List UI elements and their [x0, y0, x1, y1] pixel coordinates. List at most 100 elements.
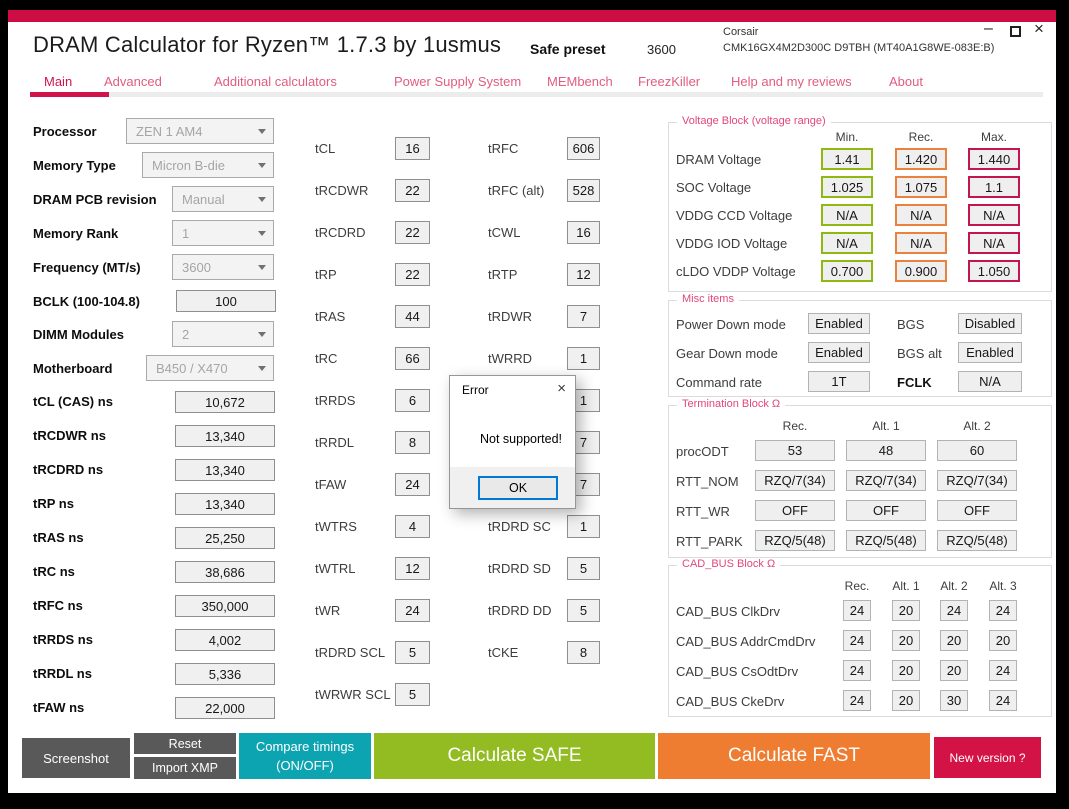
cad-bus-value: 30: [940, 690, 968, 711]
frequency-label: Frequency (MT/s): [33, 260, 141, 275]
tab-help[interactable]: Help and my reviews: [731, 74, 852, 89]
import-xmp-button[interactable]: Import XMP: [134, 757, 236, 779]
trp-ns-label: tRP ns: [33, 496, 74, 511]
close-icon[interactable]: ×: [1034, 20, 1044, 37]
timing-input[interactable]: 1: [567, 347, 600, 370]
tab-power-supply-system[interactable]: Power Supply System: [394, 74, 521, 89]
timing-input[interactable]: 12: [567, 263, 600, 286]
timing-input[interactable]: 24: [395, 599, 430, 622]
ok-button[interactable]: OK: [478, 476, 558, 500]
misc-value: Enabled: [808, 342, 870, 363]
trrds-ns-input[interactable]: 4,002: [175, 629, 275, 651]
tab-about[interactable]: About: [889, 74, 923, 89]
dialog-close-icon[interactable]: ×: [557, 380, 566, 397]
timing-input[interactable]: 6: [395, 389, 430, 412]
termination-header: Rec.: [782, 419, 808, 433]
voltage-rec-header: Rec.: [908, 130, 934, 144]
timing-label: tWTRL: [315, 561, 356, 576]
timing-input[interactable]: 5: [567, 557, 600, 580]
tras-ns-input[interactable]: 25,250: [175, 527, 275, 549]
error-dialog-title: Error: [462, 383, 489, 397]
timing-input[interactable]: 16: [567, 221, 600, 244]
timing-input[interactable]: 1: [567, 515, 600, 538]
tcl-ns-input[interactable]: 10,672: [175, 391, 275, 413]
timing-input[interactable]: 22: [395, 263, 430, 286]
trcdwr-ns-input[interactable]: 13,340: [175, 425, 275, 447]
motherboard-select[interactable]: B450 / X470: [146, 355, 274, 381]
voltage-max-value: N/A: [968, 232, 1020, 254]
cad-bus-value: 24: [843, 660, 871, 681]
frequency-select[interactable]: 3600: [172, 254, 274, 280]
trcdrd-ns-input[interactable]: 13,340: [175, 459, 275, 481]
timing-input[interactable]: 606: [567, 137, 600, 160]
timing-input[interactable]: 44: [395, 305, 430, 328]
voltage-min-header: Min.: [835, 130, 859, 144]
trfc-ns-input[interactable]: 350,000: [175, 595, 275, 617]
page-title: DRAM Calculator for Ryzen™ 1.7.3 by 1usm…: [33, 32, 502, 57]
voltage-rec-value: N/A: [895, 204, 947, 226]
minimize-icon[interactable]: –: [984, 21, 993, 37]
tras-ns-label: tRAS ns: [33, 530, 84, 545]
timing-input[interactable]: 5: [395, 683, 430, 706]
termination-row-label: procODT: [676, 444, 729, 459]
timing-input[interactable]: 8: [395, 431, 430, 454]
timing-input[interactable]: 66: [395, 347, 430, 370]
tab-main[interactable]: Main: [44, 74, 72, 89]
voltage-row-label: DRAM Voltage: [676, 152, 762, 167]
processor-select[interactable]: ZEN 1 AM4: [126, 118, 274, 144]
tab-additional-calculators[interactable]: Additional calculators: [214, 74, 337, 89]
preset-value: 3600: [647, 42, 676, 57]
timing-input[interactable]: 16: [395, 137, 430, 160]
voltage-block-title: Voltage Block (voltage range): [677, 115, 831, 127]
timing-input[interactable]: 22: [395, 179, 430, 202]
timing-input[interactable]: 5: [567, 599, 600, 622]
timing-label: tRRDL: [315, 435, 355, 450]
calculate-fast-button[interactable]: Calculate FAST: [658, 733, 930, 779]
timing-label: tRRDS: [315, 393, 356, 408]
timing-label: tWTRS: [315, 519, 357, 534]
cad-bus-value: 24: [989, 660, 1017, 681]
dimm-modules-select[interactable]: 2: [172, 321, 274, 347]
timing-input[interactable]: 4: [395, 515, 430, 538]
cad-bus-header: Alt. 2: [940, 579, 968, 593]
cad-bus-block-title: CAD_BUS Block Ω: [677, 558, 781, 570]
memory-type-select[interactable]: Micron B-die: [142, 152, 274, 178]
chevron-down-icon: [258, 128, 266, 134]
timing-input[interactable]: 22: [395, 221, 430, 244]
tab-advanced[interactable]: Advanced: [104, 74, 162, 89]
timing-input[interactable]: 24: [395, 473, 430, 496]
misc-label: Gear Down mode: [676, 346, 778, 361]
timing-input[interactable]: 8: [567, 641, 600, 664]
tab-membench[interactable]: MEMbench: [547, 74, 613, 89]
timing-input[interactable]: 5: [395, 641, 430, 664]
trc-ns-input[interactable]: 38,686: [175, 561, 275, 583]
maximize-icon[interactable]: [1010, 26, 1021, 37]
new-version-button[interactable]: New version ?: [934, 737, 1041, 778]
timing-input[interactable]: 7: [567, 305, 600, 328]
chevron-down-icon: [258, 264, 266, 270]
timing-label: tRDWR: [488, 309, 533, 324]
tab-freezkiller[interactable]: FreezKiller: [638, 74, 700, 89]
calculate-safe-button[interactable]: Calculate SAFE: [374, 733, 655, 779]
reset-button[interactable]: Reset: [134, 733, 236, 754]
trrdl-ns-input[interactable]: 5,336: [175, 663, 275, 685]
trp-ns-input[interactable]: 13,340: [175, 493, 275, 515]
trcdrd-ns-label: tRCDRD ns: [33, 462, 104, 477]
voltage-min-value: 1.41: [821, 148, 873, 170]
timing-input[interactable]: 12: [395, 557, 430, 580]
preset-label: Safe preset: [530, 41, 606, 57]
tfaw-ns-input[interactable]: 22,000: [175, 697, 275, 719]
termination-block-title: Termination Block Ω: [677, 398, 786, 410]
compare-timings-button[interactable]: Compare timings (ON/OFF): [239, 733, 371, 779]
screenshot-button[interactable]: Screenshot: [22, 738, 130, 778]
termination-value: OFF: [846, 500, 926, 521]
timing-input[interactable]: 528: [567, 179, 600, 202]
termination-value: RZQ/7(34): [755, 470, 835, 491]
motherboard-label: Motherboard: [33, 361, 113, 376]
voltage-min-value: N/A: [821, 232, 873, 254]
dram-pcb-revision-select[interactable]: Manual: [172, 186, 274, 212]
cad-bus-header: Alt. 3: [989, 579, 1017, 593]
termination-value: RZQ/7(34): [937, 470, 1017, 491]
memory-rank-select[interactable]: 1: [172, 220, 274, 246]
bclk-input[interactable]: 100: [176, 290, 276, 312]
